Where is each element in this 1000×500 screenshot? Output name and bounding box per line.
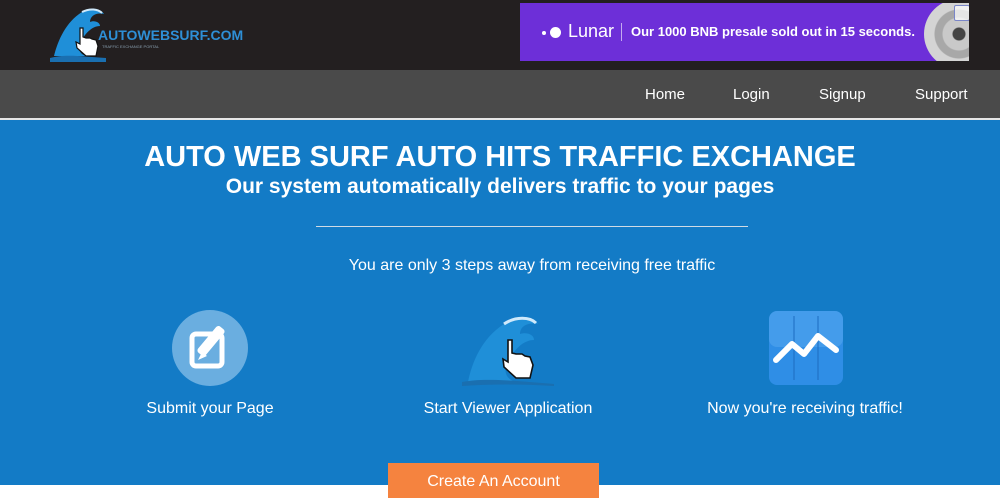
chart-icon (769, 311, 843, 385)
site-logo[interactable]: AUTOWEBSURF.COM TRAFFIC EXCHANGE PORTAL (50, 4, 260, 62)
hero-section: AUTO WEB SURF AUTO HITS TRAFFIC EXCHANGE… (0, 120, 1000, 485)
divider (316, 226, 748, 227)
steps-intro: You are only 3 steps away from receiving… (348, 257, 716, 274)
step-label: Submit your Page (146, 400, 274, 417)
nav-signup[interactable]: Signup (819, 86, 866, 103)
nav-support[interactable]: Support (915, 86, 968, 103)
ad-text: Our 1000 BNB presale sold out in 15 seco… (631, 24, 915, 39)
header-bar: AUTOWEBSURF.COM TRAFFIC EXCHANGE PORTAL … (0, 0, 1000, 70)
lunar-logo-icon (542, 27, 561, 38)
hero-title: AUTO WEB SURF AUTO HITS TRAFFIC EXCHANGE (144, 141, 856, 173)
ad-banner[interactable]: Lunar Our 1000 BNB presale sold out in 1… (520, 3, 969, 61)
ad-choices-icon[interactable] (954, 5, 969, 21)
hero-subtitle: Our system automatically delivers traffi… (225, 175, 775, 198)
create-account-button[interactable]: Create An Account (388, 463, 599, 498)
ad-divider (621, 23, 622, 41)
step-label: Now you're receiving traffic! (707, 400, 903, 417)
logo-tagline: TRAFFIC EXCHANGE PORTAL (102, 44, 160, 49)
nav-home[interactable]: Home (645, 86, 685, 103)
wave-cursor-icon (462, 316, 554, 386)
ad-brand: Lunar (568, 21, 615, 41)
step-label: Start Viewer Application (423, 400, 593, 417)
edit-icon (172, 310, 248, 386)
nav-login[interactable]: Login (733, 86, 770, 103)
main-nav: Home Login Signup Support (0, 70, 1000, 120)
logo-text: AUTOWEBSURF.COM (98, 27, 244, 43)
